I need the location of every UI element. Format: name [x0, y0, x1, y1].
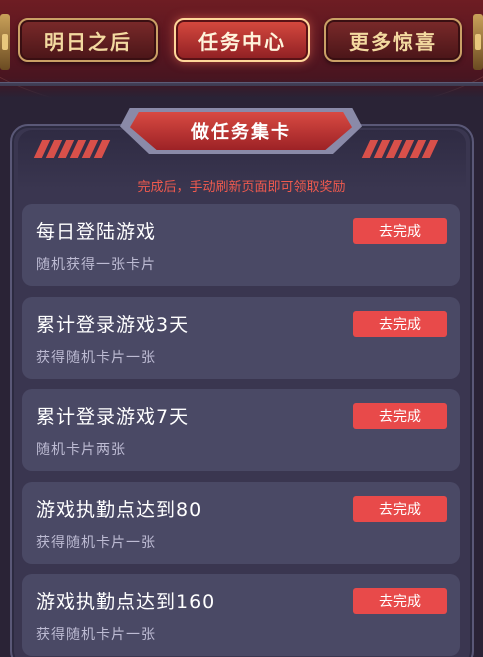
task-item-daily-login: 每日登陆游戏 随机获得一张卡片 去完成 — [22, 204, 460, 286]
task-reward: 随机卡片两张 — [36, 442, 126, 458]
left-ornament — [0, 14, 10, 70]
task-title: 每日登陆游戏 — [36, 221, 157, 243]
right-ornament — [473, 14, 483, 70]
go-complete-button[interactable]: 去完成 — [353, 311, 447, 337]
go-complete-button[interactable]: 去完成 — [353, 588, 447, 614]
go-complete-button[interactable]: 去完成 — [353, 218, 447, 244]
task-reward: 随机获得一张卡片 — [36, 257, 156, 273]
task-title: 游戏执勤点达到80 — [36, 499, 203, 521]
task-title: 累计登录游戏3天 — [36, 314, 190, 336]
right-stripes-decoration — [361, 140, 444, 158]
banner-rail — [0, 82, 483, 86]
task-item-login-7-days: 累计登录游戏7天 随机卡片两张 去完成 — [22, 389, 460, 471]
tab-task-center[interactable]: 任务中心 — [174, 18, 310, 62]
go-complete-button[interactable]: 去完成 — [353, 496, 447, 522]
task-reward: 获得随机卡片一张 — [36, 627, 156, 643]
task-item-duty-160: 游戏执勤点达到160 获得随机卡片一张 去完成 — [22, 574, 460, 656]
task-title: 累计登录游戏7天 — [36, 406, 190, 428]
panel-title: 做任务集卡 — [130, 112, 352, 150]
go-complete-button[interactable]: 去完成 — [353, 403, 447, 429]
task-reward: 获得随机卡片一张 — [36, 350, 156, 366]
refresh-hint: 完成后，手动刷新页面即可领取奖励 — [137, 180, 346, 195]
task-item-login-3-days: 累计登录游戏3天 获得随机卡片一张 去完成 — [22, 297, 460, 379]
tab-tomorrow[interactable]: 明日之后 — [18, 18, 158, 62]
task-reward: 获得随机卡片一张 — [36, 535, 156, 551]
task-item-duty-80: 游戏执勤点达到80 获得随机卡片一张 去完成 — [22, 482, 460, 564]
left-stripes-decoration — [33, 140, 116, 158]
tab-more-surprises[interactable]: 更多惊喜 — [324, 18, 462, 62]
task-title: 游戏执勤点达到160 — [36, 591, 216, 613]
